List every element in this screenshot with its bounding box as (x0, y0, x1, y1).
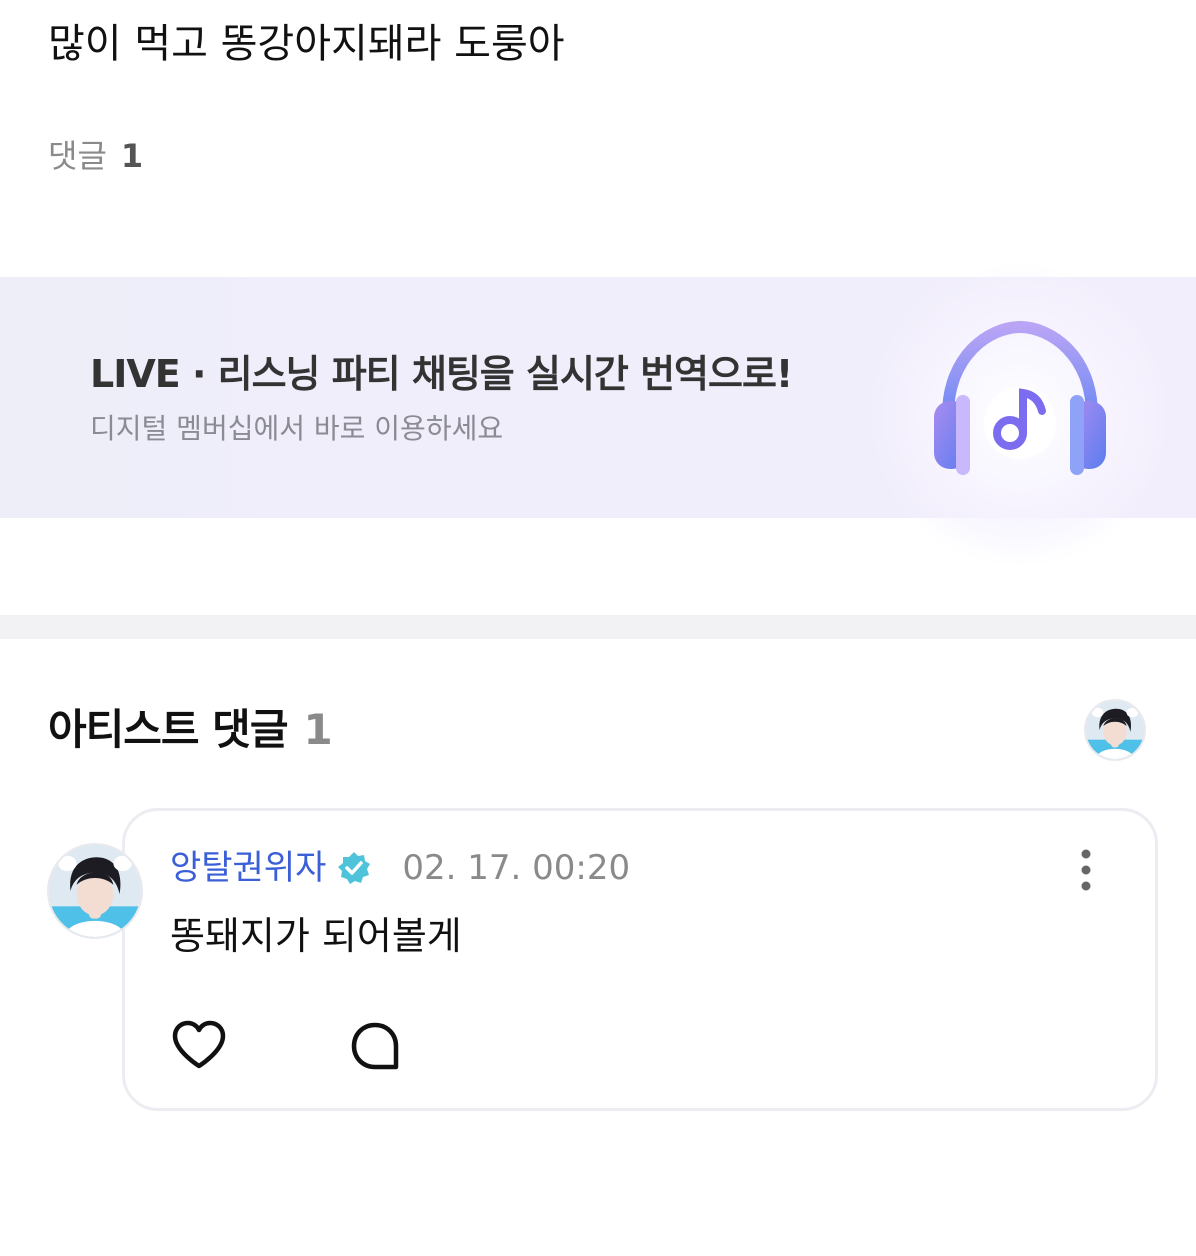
comment-count-number: 1 (120, 137, 144, 175)
banner-subtitle: 디지털 멤버십에서 바로 이용하세요 (90, 412, 504, 445)
artist-comments-title: 아티스트 댓글 1 (48, 702, 333, 758)
heart-icon[interactable] (170, 1018, 228, 1072)
comment-author-row: 앙탈권위자 02. 17. 00:20 (170, 846, 630, 890)
artist-comments-count: 1 (303, 705, 332, 754)
avatar-photo-icon (1086, 701, 1144, 759)
page: 많이 먹고 똥강아지돼라 도룽아 댓글 1 LIVE · 리스닝 파티 채팅을 … (0, 0, 1196, 1256)
post-text: 많이 먹고 똥강아지돼라 도룽아 (48, 21, 565, 67)
section-divider (0, 615, 1196, 639)
comment-author-name[interactable]: 앙탈권위자 (170, 846, 326, 890)
more-options-icon[interactable] (1068, 848, 1104, 892)
banner-title: LIVE · 리스닝 파티 채팅을 실시간 번역으로! (90, 352, 793, 396)
artist-comments-label: 아티스트 댓글 (48, 705, 288, 754)
artist-avatar[interactable] (1084, 699, 1146, 761)
comment-count-label: 댓글 (48, 137, 107, 175)
verified-badge-icon (338, 852, 371, 884)
avatar-photo-icon (49, 845, 141, 937)
comment-author-avatar[interactable] (47, 843, 143, 939)
headphones-music-icon (934, 320, 1106, 475)
comment-count[interactable]: 댓글 1 (48, 134, 143, 178)
comment-text: 똥돼지가 되어볼게 (170, 914, 462, 958)
comment-timestamp: 02. 17. 00:20 (402, 848, 631, 888)
reply-bubble-icon[interactable] (348, 1020, 402, 1072)
